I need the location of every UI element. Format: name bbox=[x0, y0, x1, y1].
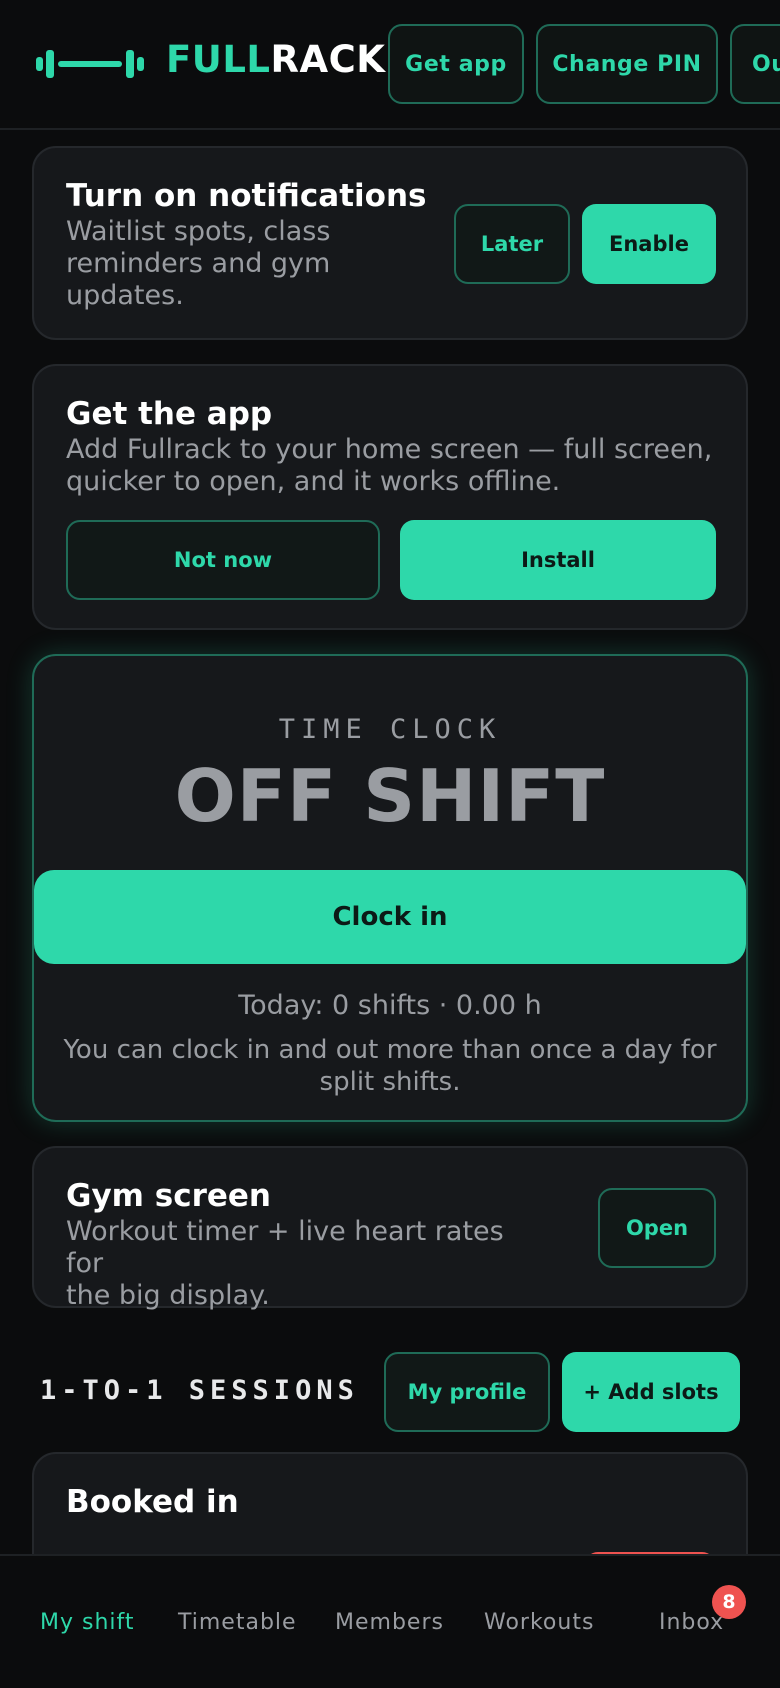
get-app-subtitle-line: Add Fullrack to your home screen — full … bbox=[66, 434, 713, 465]
get-app-subtitle: Add Fullrack to your home screen — full … bbox=[66, 434, 726, 498]
install-button[interactable]: Install bbox=[400, 520, 716, 600]
my-profile-button[interactable]: My profile bbox=[384, 1352, 550, 1432]
shift-status: OFF SHIFT bbox=[174, 754, 606, 838]
split-shift-note-line: You can clock in and out more than once … bbox=[63, 1035, 717, 1065]
notifications-card: Turn on notifications Waitlist spots, cl… bbox=[32, 146, 748, 340]
enable-notifications-button[interactable]: Enable bbox=[582, 204, 716, 284]
gym-screen-subtitle-line: Workout timer + live heart rates for bbox=[66, 1216, 504, 1279]
time-clock-label: TIME CLOCK bbox=[278, 714, 502, 745]
gym-screen-subtitle: Workout timer + live heart rates for the… bbox=[66, 1216, 546, 1312]
notifications-subtitle-line: Waitlist spots, class bbox=[66, 216, 331, 247]
brand-part-rack: RACK bbox=[270, 38, 386, 81]
notifications-subtitle-line: updates. bbox=[66, 280, 184, 311]
later-button[interactable]: Later bbox=[454, 204, 570, 284]
notifications-subtitle: Waitlist spots, class reminders and gym … bbox=[66, 216, 366, 312]
gym-screen-title: Gym screen bbox=[66, 1178, 271, 1214]
nav-my-shift[interactable]: My shift bbox=[40, 1610, 135, 1635]
gym-screen-card: Gym screen Workout timer + live heart ra… bbox=[32, 1146, 748, 1311]
split-shift-note-line: split shifts. bbox=[319, 1067, 461, 1097]
clock-in-button[interactable]: Clock in bbox=[34, 870, 746, 964]
change-pin-button[interactable]: Change PIN bbox=[536, 24, 718, 104]
not-now-button[interactable]: Not now bbox=[66, 520, 380, 600]
notifications-subtitle-line: reminders and gym bbox=[66, 248, 331, 279]
brand-logo-text: FULLRACK bbox=[166, 38, 385, 81]
get-app-title: Get the app bbox=[66, 396, 273, 432]
split-shift-note: You can clock in and out more than once … bbox=[48, 1034, 732, 1098]
get-app-card: Get the app Add Fullrack to your home sc… bbox=[32, 364, 748, 630]
barbell-icon bbox=[36, 50, 144, 78]
open-gym-screen-button[interactable]: Open bbox=[598, 1188, 716, 1268]
nav-workouts[interactable]: Workouts bbox=[484, 1610, 594, 1635]
notifications-title: Turn on notifications bbox=[66, 178, 427, 214]
sessions-heading: 1-TO-1 SESSIONS bbox=[40, 1375, 359, 1406]
get-app-subtitle-line: quicker to open, and it works offline. bbox=[66, 466, 561, 497]
inbox-unread-badge: 8 bbox=[712, 1585, 746, 1619]
nav-inbox[interactable]: Inbox bbox=[659, 1610, 724, 1635]
gym-screen-subtitle-line: the big display. bbox=[66, 1280, 270, 1311]
brand-part-full: FULL bbox=[166, 38, 271, 81]
nav-members[interactable]: Members bbox=[335, 1610, 444, 1635]
sign-out-button[interactable]: Out bbox=[730, 24, 780, 104]
top-bar: FULLRACK Get app Change PIN Out bbox=[0, 0, 780, 130]
nav-timetable[interactable]: Timetable bbox=[178, 1610, 297, 1635]
add-slots-button[interactable]: + Add slots bbox=[562, 1352, 740, 1432]
get-app-button[interactable]: Get app bbox=[388, 24, 524, 104]
booked-in-title: Booked in bbox=[66, 1484, 239, 1520]
bottom-navigation: My shift Timetable Members Workouts Inbo… bbox=[0, 1554, 780, 1688]
time-clock-card: TIME CLOCK OFF SHIFT Clock in Today: 0 s… bbox=[32, 654, 748, 1122]
today-summary: Today: 0 shifts · 0.00 h bbox=[238, 990, 542, 1021]
